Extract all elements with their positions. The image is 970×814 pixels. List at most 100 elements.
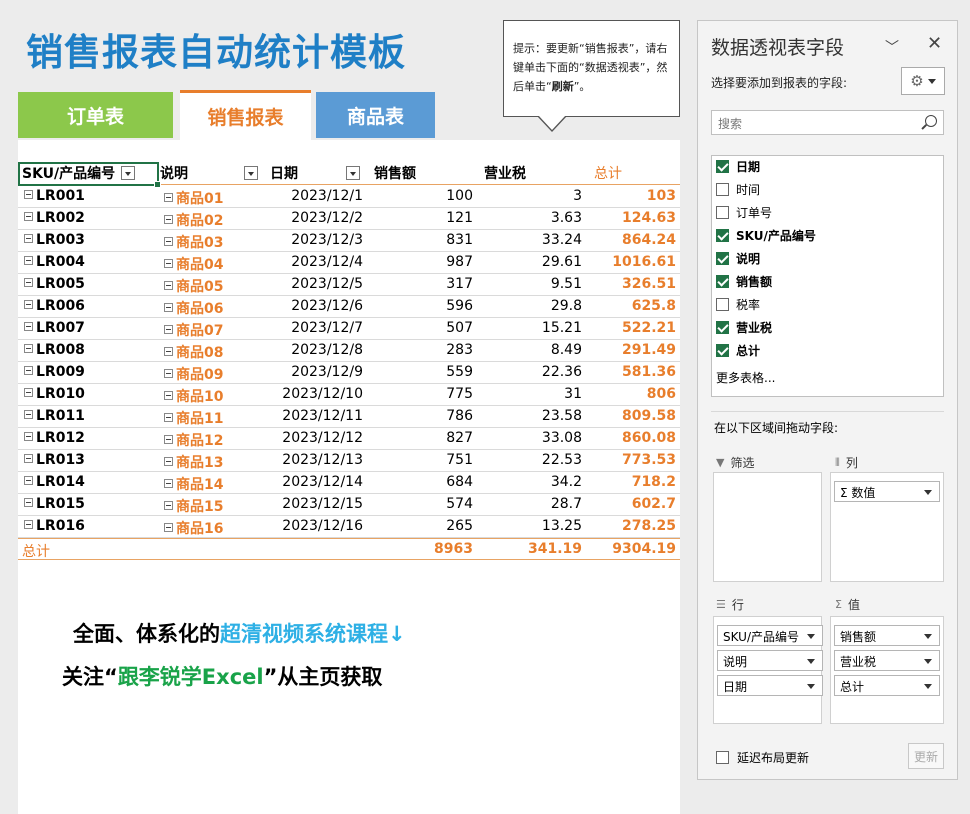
- values-field-pill[interactable]: 总计: [834, 675, 940, 696]
- rows-drop-area[interactable]: SKU/产品编号 说明日期: [713, 616, 823, 724]
- collapse-icon[interactable]: [24, 432, 33, 441]
- close-icon[interactable]: ✕: [927, 33, 942, 54]
- field-checkbox[interactable]: [716, 228, 729, 242]
- table-row[interactable]: LR001 商品01 2023/12/1 100 3 103: [18, 186, 680, 208]
- collapse-icon[interactable]: [164, 435, 173, 444]
- rows-field-pill[interactable]: 说明: [717, 650, 823, 671]
- grand-total-row[interactable]: 总计 8963 341.19 9304.19: [18, 538, 680, 560]
- collapse-icon[interactable]: [24, 190, 33, 199]
- header-total[interactable]: 总计: [594, 162, 622, 184]
- collapse-icon[interactable]: [24, 454, 33, 463]
- field-item[interactable]: 税率: [716, 294, 760, 314]
- table-row[interactable]: LR002 商品02 2023/12/2 121 3.63 124.63: [18, 208, 680, 230]
- values-field-pill[interactable]: 销售额: [834, 625, 940, 646]
- table-row[interactable]: LR005 商品05 2023/12/5 317 9.51 326.51: [18, 274, 680, 296]
- table-row[interactable]: LR004 商品04 2023/12/4 987 29.61 1016.61: [18, 252, 680, 274]
- field-item[interactable]: 营业税: [716, 317, 772, 337]
- rows-field-pill[interactable]: SKU/产品编号: [717, 625, 823, 646]
- collapse-icon[interactable]: [164, 237, 173, 246]
- field-item[interactable]: SKU/产品编号: [716, 225, 816, 245]
- collapse-icon[interactable]: [24, 322, 33, 331]
- more-tables-link[interactable]: 更多表格...: [716, 369, 775, 386]
- collapse-icon[interactable]: [24, 344, 33, 353]
- field-item[interactable]: 订单号: [716, 202, 772, 222]
- filter-dropdown-icon[interactable]: [244, 166, 258, 180]
- table-row[interactable]: LR014 商品14 2023/12/14 684 34.2 718.2: [18, 472, 680, 494]
- collapse-icon[interactable]: [24, 520, 33, 529]
- field-item[interactable]: 销售额: [716, 271, 772, 291]
- collapse-icon[interactable]: [24, 234, 33, 243]
- tools-button[interactable]: ⚙: [901, 67, 945, 95]
- header-tax[interactable]: 营业税: [484, 162, 526, 184]
- collapse-icon[interactable]: [164, 479, 173, 488]
- collapse-icon[interactable]: [24, 498, 33, 507]
- field-checkbox[interactable]: [716, 205, 729, 219]
- collapse-icon[interactable]: [164, 193, 173, 202]
- tab-order[interactable]: 订单表: [18, 92, 173, 138]
- field-item[interactable]: 说明: [716, 248, 760, 268]
- caret-down-icon[interactable]: [807, 684, 815, 689]
- header-amount[interactable]: 销售额: [374, 162, 416, 184]
- caret-down-icon[interactable]: [807, 634, 815, 639]
- caret-down-icon[interactable]: [924, 634, 932, 639]
- field-checkbox[interactable]: [716, 251, 729, 265]
- collapse-icon[interactable]: [164, 369, 173, 378]
- table-row[interactable]: LR008 商品08 2023/12/8 283 8.49 291.49: [18, 340, 680, 362]
- table-row[interactable]: LR012 商品12 2023/12/12 827 33.08 860.08: [18, 428, 680, 450]
- header-date[interactable]: 日期: [270, 162, 360, 184]
- collapse-icon[interactable]: [164, 413, 173, 422]
- table-row[interactable]: LR013 商品13 2023/12/13 751 22.53 773.53: [18, 450, 680, 472]
- collapse-icon[interactable]: [164, 325, 173, 334]
- table-row[interactable]: LR016 商品16 2023/12/16 265 13.25 278.25: [18, 516, 680, 538]
- collapse-icon[interactable]: [164, 523, 173, 532]
- table-row[interactable]: LR007 商品07 2023/12/7 507 15.21 522.21: [18, 318, 680, 340]
- field-checkbox[interactable]: [716, 159, 729, 173]
- collapse-icon[interactable]: [164, 501, 173, 510]
- chevron-down-icon[interactable]: ﹀: [885, 37, 899, 57]
- collapse-icon[interactable]: [164, 347, 173, 356]
- tab-goods[interactable]: 商品表: [316, 92, 435, 138]
- collapse-icon[interactable]: [24, 410, 33, 419]
- collapse-icon[interactable]: [164, 303, 173, 312]
- collapse-icon[interactable]: [24, 256, 33, 265]
- collapse-icon[interactable]: [164, 259, 173, 268]
- field-checkbox[interactable]: [716, 297, 729, 311]
- field-checkbox[interactable]: [716, 320, 729, 334]
- field-checkbox[interactable]: [716, 182, 729, 196]
- collapse-icon[interactable]: [24, 300, 33, 309]
- values-drop-area[interactable]: 销售额 营业税 总计: [830, 616, 944, 724]
- columns-field-pill[interactable]: Σ 数值: [834, 481, 940, 502]
- collapse-icon[interactable]: [24, 388, 33, 397]
- field-item[interactable]: 时间: [716, 179, 760, 199]
- collapse-icon[interactable]: [24, 366, 33, 375]
- update-button[interactable]: 更新: [908, 743, 944, 769]
- collapse-icon[interactable]: [24, 476, 33, 485]
- filter-drop-area[interactable]: [713, 472, 822, 582]
- collapse-icon[interactable]: [24, 212, 33, 221]
- field-item[interactable]: 总计: [716, 340, 760, 360]
- collapse-icon[interactable]: [164, 215, 173, 224]
- field-item[interactable]: 日期: [716, 156, 760, 176]
- table-row[interactable]: LR009 商品09 2023/12/9 559 22.36 581.36: [18, 362, 680, 384]
- field-checkbox[interactable]: [716, 343, 729, 357]
- header-desc[interactable]: 说明: [160, 162, 258, 184]
- field-checkbox[interactable]: [716, 274, 729, 288]
- defer-checkbox[interactable]: [716, 751, 729, 764]
- table-row[interactable]: LR006 商品06 2023/12/6 596 29.8 625.8: [18, 296, 680, 318]
- table-row[interactable]: LR015 商品15 2023/12/15 574 28.7 602.7: [18, 494, 680, 516]
- rows-field-pill[interactable]: 日期: [717, 675, 823, 696]
- columns-drop-area[interactable]: Σ 数值: [830, 472, 944, 582]
- table-row[interactable]: LR011 商品11 2023/12/11 786 23.58 809.58: [18, 406, 680, 428]
- defer-layout-update[interactable]: 延迟布局更新: [716, 749, 809, 766]
- collapse-icon[interactable]: [24, 278, 33, 287]
- caret-down-icon[interactable]: [924, 659, 932, 664]
- table-row[interactable]: LR003 商品03 2023/12/3 831 33.24 864.24: [18, 230, 680, 252]
- table-row[interactable]: LR010 商品10 2023/12/10 775 31 806: [18, 384, 680, 406]
- collapse-icon[interactable]: [164, 281, 173, 290]
- field-search-input[interactable]: 搜索: [711, 110, 944, 135]
- caret-down-icon[interactable]: [807, 659, 815, 664]
- tab-sales-report[interactable]: 销售报表: [180, 90, 311, 140]
- collapse-icon[interactable]: [164, 457, 173, 466]
- values-field-pill[interactable]: 营业税: [834, 650, 940, 671]
- collapse-icon[interactable]: [164, 391, 173, 400]
